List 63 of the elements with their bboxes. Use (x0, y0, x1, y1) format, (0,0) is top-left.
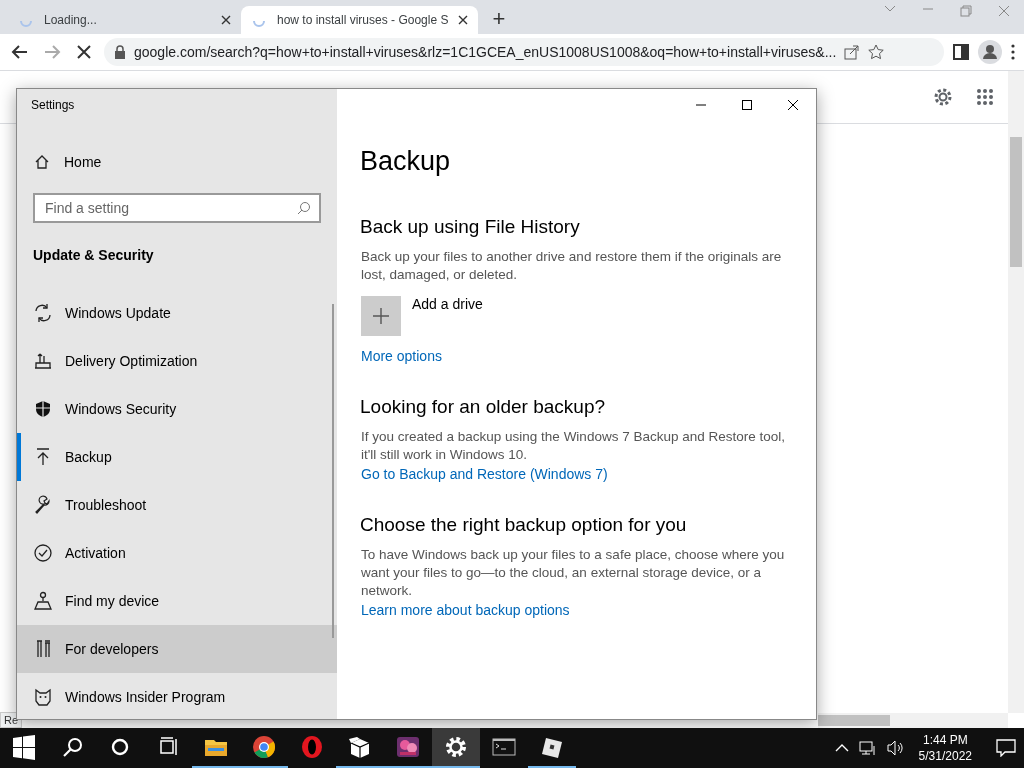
taskbar-app[interactable] (432, 728, 480, 768)
browser-tab[interactable]: how to install viruses - Google S (241, 6, 479, 34)
page-title: Backup (360, 145, 452, 177)
link[interactable]: Go to Backup and Restore (Windows 7) (361, 466, 608, 482)
home-nav-item[interactable]: Home (17, 146, 337, 178)
browser-tab[interactable]: Loading... (8, 6, 241, 34)
section-description: Back up your files to another drive and restore them if the originals are lost, damaged, or deleted. (361, 248, 783, 284)
new-tab-button[interactable]: + (488, 6, 510, 32)
nav-item[interactable]: Windows Update (17, 289, 337, 337)
plus-icon (372, 307, 390, 325)
close-icon[interactable] (221, 15, 231, 25)
sync-icon (33, 303, 53, 323)
side-panel-icon[interactable] (952, 43, 970, 61)
nav-item[interactable]: Activation (17, 529, 337, 577)
nav-item[interactable]: Find my device (17, 577, 337, 625)
windows-logo-icon (10, 733, 38, 761)
nav-item[interactable]: Troubleshoot (17, 481, 337, 529)
nav-item[interactable]: Windows Security (17, 385, 337, 433)
settings-icon[interactable] (932, 86, 954, 108)
chevron-up-icon[interactable] (834, 743, 849, 753)
lock-icon (114, 45, 126, 59)
cat-face-icon (33, 687, 53, 707)
shield-icon (33, 399, 53, 419)
upload-tray-icon (33, 351, 53, 371)
nav-item[interactable]: Delivery Optimization (17, 337, 337, 385)
section-description: To have Windows back up your files to a safe place, choose where you want your files to go—to the cloud, an external storage device, or a network. (361, 546, 786, 600)
chevron-down-icon[interactable] (884, 5, 896, 13)
person-icon (33, 591, 53, 611)
section-heading: Choose the right backup option for you (360, 513, 688, 537)
category-heading: Update & Security (33, 247, 155, 263)
search-field[interactable]: Find a setting (33, 193, 321, 223)
apps-grid-icon[interactable] (976, 88, 994, 106)
link[interactable]: More options (361, 348, 442, 364)
horizontal-scrollbar[interactable] (818, 713, 1008, 728)
wrench-icon (33, 495, 53, 515)
loading-spinner-icon (20, 19, 32, 27)
link[interactable]: Learn more about backup options (361, 602, 570, 618)
section-heading: Looking for an older backup? (360, 395, 607, 419)
network-icon[interactable] (858, 740, 877, 756)
notification-icon[interactable] (996, 739, 1016, 757)
scrollbar[interactable] (332, 304, 334, 638)
close-icon[interactable] (458, 15, 469, 25)
url-text: google.com/search?q=how+to+install+viruses&rlz=1C1GCEA_enUS1008US1008&oq=how+to+install+viruses&... (134, 44, 837, 60)
section-description: If you created a backup using the Windows 7 Backup and Restore tool, it'll still work in Windows 10. (361, 428, 786, 464)
nav-item[interactable]: For developers (17, 625, 337, 673)
tab-title: Loading... (44, 13, 98, 27)
share-icon[interactable] (844, 44, 861, 60)
address-bar[interactable]: google.com/search?q=how+to+install+viruses&rlz=1C1GCEA_enUS1008US1008&oq=how+to+install+viruses&... (104, 38, 944, 66)
window-title: Settings (31, 98, 75, 112)
tab-title: how to install viruses - Google S (277, 13, 449, 27)
add-button[interactable] (361, 296, 401, 336)
search-icon (297, 201, 311, 215)
clock[interactable]: 1:44 PM 5/31/2022 (918, 732, 972, 764)
add-drive-label[interactable]: Add a drive (412, 296, 483, 312)
section-heading: Back up using File History (360, 215, 581, 239)
speaker-icon[interactable] (886, 740, 905, 756)
more-menu-icon[interactable] (1010, 43, 1016, 61)
loading-spinner-icon (253, 19, 265, 27)
home-icon (34, 154, 50, 170)
vertical-scrollbar[interactable] (1008, 71, 1024, 713)
star-icon[interactable] (868, 44, 885, 60)
profile-avatar-icon[interactable] (978, 40, 1002, 64)
check-circle-icon (33, 543, 53, 563)
